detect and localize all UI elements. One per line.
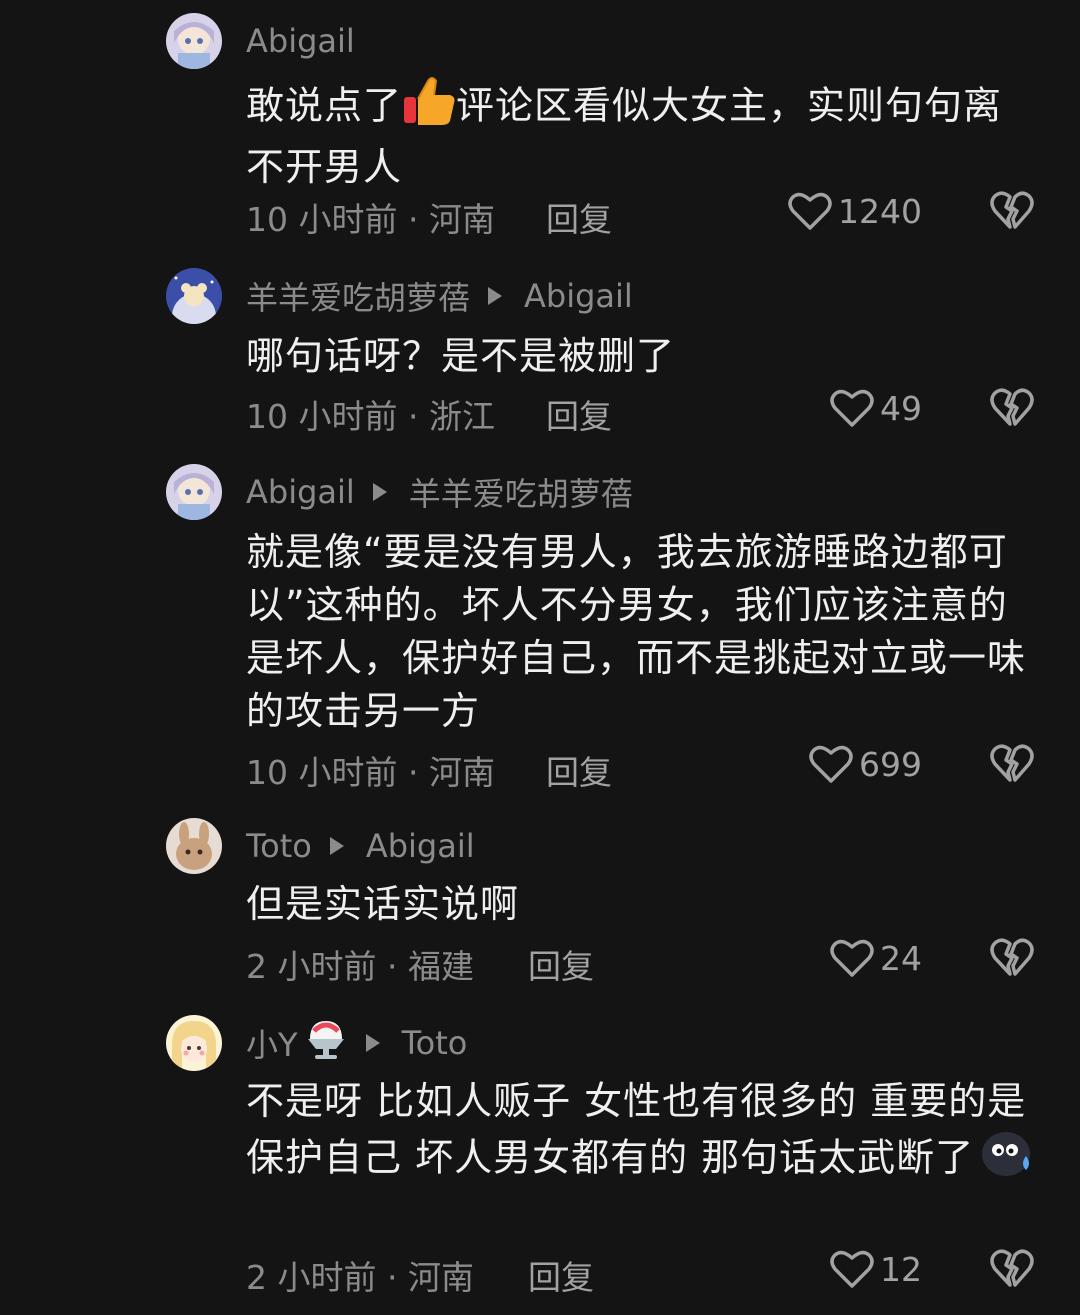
like-count: 12	[880, 1249, 922, 1289]
broken-heart-icon	[990, 744, 1034, 782]
comment-header: Abigail 羊羊爱吃胡萝蓓	[246, 470, 633, 514]
reply-arrow-icon	[365, 1034, 380, 1052]
comment-text: 不是呀 比如人贩子 女性也有很多的 重要的是保护自己 坏人男女都有的 那句话太武…	[246, 1075, 1036, 1192]
comment-header: 羊羊爱吃胡萝蓓 Abigail	[246, 274, 633, 318]
avatar[interactable]	[166, 1015, 222, 1071]
reply-to-username[interactable]: Toto	[402, 1024, 468, 1062]
dislike-button[interactable]	[990, 936, 1034, 986]
timestamp-location: 2 小时前 · 河南	[246, 1258, 474, 1297]
username[interactable]: 小Y	[246, 1020, 298, 1066]
reply-button[interactable]: 回复	[528, 1251, 594, 1299]
dislike-button[interactable]	[990, 189, 1034, 239]
heart-icon	[788, 192, 832, 230]
like-button[interactable]: 12	[830, 1249, 922, 1289]
comment-header: 小Y Toto	[246, 1021, 467, 1065]
like-button[interactable]: 699	[809, 744, 922, 784]
broken-heart-icon	[990, 191, 1034, 229]
avatar[interactable]	[166, 464, 222, 520]
comment-text: 哪句话呀？是不是被删了	[246, 334, 676, 378]
dislike-button[interactable]	[990, 742, 1034, 792]
comment-header: Toto Abigail	[246, 824, 475, 868]
like-button[interactable]: 1240	[788, 191, 922, 231]
comment-text: 敢说点了 评论区看似大女主，实则句句离不开男人	[246, 75, 1036, 194]
sweat-face-emoji-icon	[980, 1128, 1034, 1192]
username[interactable]: Abigail	[246, 22, 355, 60]
heart-icon	[830, 1250, 874, 1288]
reply-button[interactable]: 回复	[546, 746, 612, 794]
comment-text: 就是像“要是没有男人，我去旅游睡路边都可以”这种的。坏人不分男女，我们应该注意的…	[246, 530, 1027, 733]
reply-to-username[interactable]: Abigail	[366, 827, 475, 865]
comment-header: Abigail	[246, 19, 355, 63]
reply-arrow-icon	[329, 837, 344, 855]
comment-meta: 2 小时前 · 福建 回复 24	[246, 938, 1046, 986]
comment-meta: 10 小时前 · 浙江 回复 49	[246, 388, 1046, 436]
like-count: 24	[880, 938, 922, 978]
reply-button[interactable]: 回复	[546, 390, 612, 438]
reply-arrow-icon	[372, 483, 387, 501]
timestamp-location: 2 小时前 · 福建	[246, 947, 474, 986]
username[interactable]: Abigail	[246, 473, 355, 511]
reply-arrow-icon	[488, 287, 503, 305]
heart-icon	[830, 939, 874, 977]
heart-icon	[809, 745, 853, 783]
reply-to-username[interactable]: Abigail	[524, 277, 633, 315]
comment-text: 但是实话实说啊	[246, 882, 520, 926]
shaved-ice-emoji-icon	[304, 1017, 348, 1069]
timestamp-location: 10 小时前 · 浙江	[246, 397, 495, 436]
like-count: 699	[859, 744, 922, 784]
like-count: 1240	[838, 191, 922, 231]
like-count: 49	[880, 388, 922, 428]
thumbs-up-emoji-icon	[402, 75, 456, 141]
broken-heart-icon	[990, 938, 1034, 976]
broken-heart-icon	[990, 388, 1034, 426]
comment-meta: 2 小时前 · 河南 回复 12	[246, 1249, 1046, 1297]
dislike-button[interactable]	[990, 386, 1034, 436]
like-button[interactable]: 24	[830, 938, 922, 978]
comment-meta: 10 小时前 · 河南 回复 1240	[246, 191, 1046, 239]
timestamp-location: 10 小时前 · 河南	[246, 753, 495, 792]
reply-button[interactable]: 回复	[528, 940, 594, 988]
comment-meta: 10 小时前 · 河南 回复 699	[246, 744, 1046, 792]
avatar[interactable]	[166, 268, 222, 324]
avatar[interactable]	[166, 818, 222, 874]
like-button[interactable]: 49	[830, 388, 922, 428]
username[interactable]: 羊羊爱吃胡萝蓓	[246, 273, 470, 319]
heart-icon	[830, 389, 874, 427]
avatar[interactable]	[166, 13, 222, 69]
username[interactable]: Toto	[246, 827, 312, 865]
comment-thread: Abigail 敢说点了 评论区看似大女主，实则句句离不开男人 10 小时前 · …	[0, 0, 1080, 1315]
dislike-button[interactable]	[990, 1247, 1034, 1297]
broken-heart-icon	[990, 1249, 1034, 1287]
reply-to-username[interactable]: 羊羊爱吃胡萝蓓	[409, 469, 633, 515]
timestamp-location: 10 小时前 · 河南	[246, 200, 495, 239]
reply-button[interactable]: 回复	[546, 193, 612, 241]
